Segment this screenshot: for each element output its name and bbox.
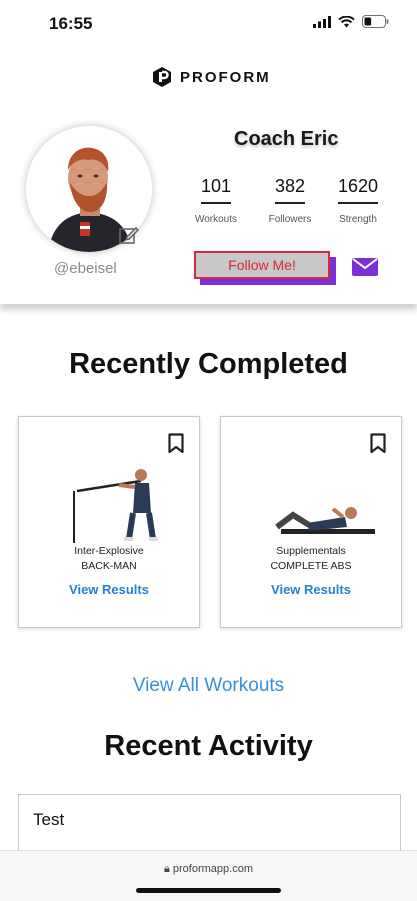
status-bar: 16:55	[0, 0, 417, 48]
battery-icon	[362, 15, 389, 28]
lock-icon: 🔒︎	[163, 863, 170, 875]
view-all-workouts-link[interactable]: View All Workouts	[0, 675, 417, 697]
stat-label: Workouts	[194, 214, 238, 225]
logo-text: PROFORM	[180, 68, 271, 86]
stat-value: 382	[274, 176, 306, 204]
url-text[interactable]: 🔒︎ proformapp.com	[0, 863, 417, 876]
workout-thumbnail	[275, 507, 375, 534]
proform-logo[interactable]: PROFORM	[152, 66, 271, 88]
stat-strength: 1620 Strength	[323, 176, 393, 225]
proform-logo-icon	[153, 67, 171, 87]
stat-followers[interactable]: 382 Followers	[255, 176, 325, 225]
recent-activity-title: Recent Activity	[104, 730, 313, 762]
stat-value: 1620	[337, 176, 379, 204]
profile-name: Coach Eric	[234, 128, 339, 150]
follow-button[interactable]: Follow Me!	[194, 251, 330, 279]
browser-url-bar: 🔒︎ proformapp.com	[0, 850, 417, 901]
stat-label: Strength	[339, 214, 377, 225]
stat-label: Followers	[268, 214, 312, 225]
home-indicator[interactable]	[136, 888, 281, 893]
stat-workouts: 101 Workouts	[181, 176, 251, 225]
view-results-link[interactable]: View Results	[19, 582, 199, 597]
workout-category: Supplementals	[276, 545, 346, 557]
profile-handle: @ebeisel	[54, 260, 117, 277]
workout-thumbnail	[73, 469, 158, 543]
signal-icon	[313, 15, 331, 28]
profile-header: PROFORM @ebeisel Coach Eric 101 Workouts	[0, 48, 417, 304]
workout-category: Inter-Explosive	[74, 545, 144, 557]
workout-card[interactable]: Inter-Explosive BACK-MAN View Results	[18, 416, 200, 628]
mail-icon[interactable]	[352, 258, 378, 276]
activity-text: Test	[33, 810, 65, 829]
workout-card[interactable]: Supplementals COMPLETE ABS View Results	[220, 416, 402, 628]
recently-completed-title: Recently Completed	[69, 348, 348, 380]
workout-name: COMPLETE ABS	[270, 560, 352, 572]
workout-name: BACK-MAN	[81, 560, 137, 572]
status-icons	[313, 15, 389, 28]
url-label: proformapp.com	[172, 863, 253, 875]
view-results-link[interactable]: View Results	[221, 582, 401, 597]
status-time: 16:55	[49, 14, 93, 33]
edit-icon[interactable]	[118, 224, 140, 246]
stat-value: 101	[200, 176, 232, 204]
wifi-icon	[338, 15, 355, 27]
